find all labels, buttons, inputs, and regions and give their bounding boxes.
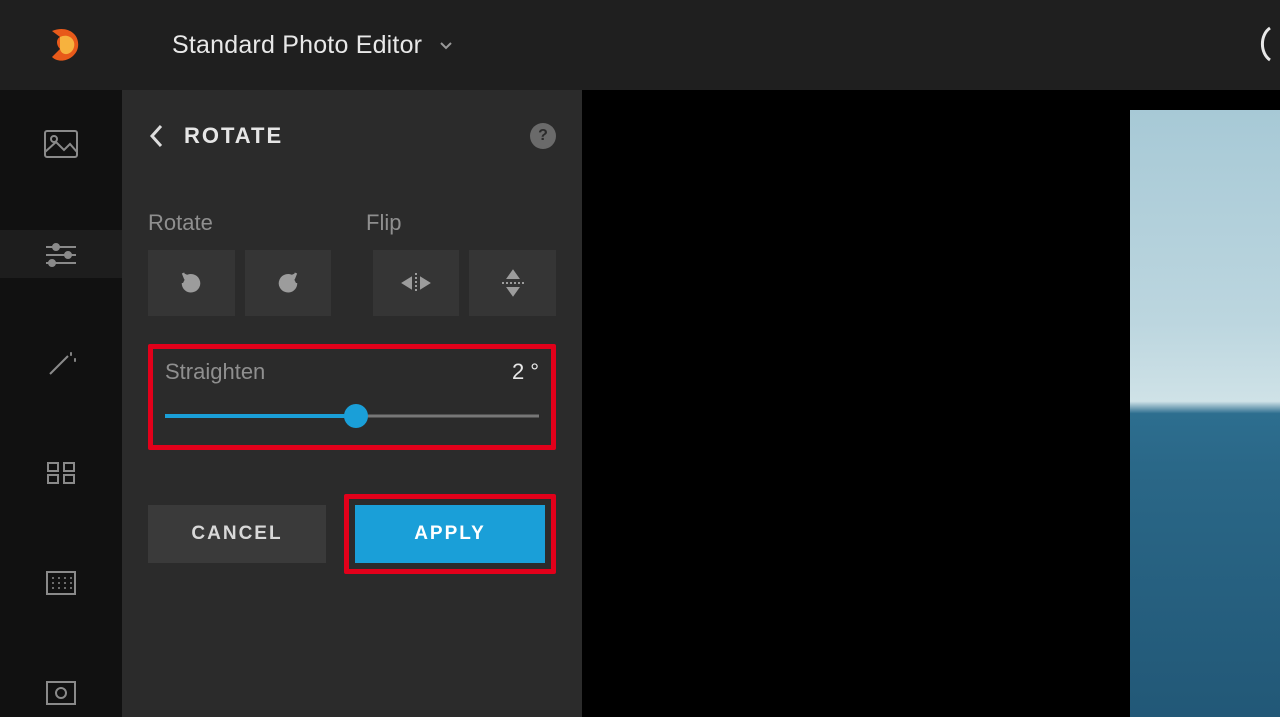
rotate-right-button[interactable] xyxy=(245,250,332,316)
flip-horizontal-icon xyxy=(399,269,433,297)
straighten-unit: ° xyxy=(530,359,539,385)
cancel-button[interactable]: CANCEL xyxy=(148,505,326,563)
photo-preview xyxy=(1130,110,1280,717)
rotate-ccw-icon xyxy=(175,267,207,299)
straighten-highlight: Straighten 2 ° xyxy=(148,344,556,450)
panel-title: ROTATE xyxy=(184,123,283,149)
app-title-dropdown[interactable]: Standard Photo Editor xyxy=(172,31,454,60)
frame-icon xyxy=(44,678,78,708)
top-right-control[interactable] xyxy=(1256,24,1280,69)
top-bar: Standard Photo Editor xyxy=(0,0,1280,90)
sliders-icon xyxy=(44,239,78,269)
rotate-section-label: Rotate xyxy=(148,210,366,236)
app-title: Standard Photo Editor xyxy=(172,31,422,60)
texture-icon xyxy=(44,568,78,598)
apply-highlight: APPLY xyxy=(344,494,556,574)
rail-grid-tool[interactable] xyxy=(0,449,122,497)
app-logo xyxy=(46,27,82,63)
wand-icon xyxy=(44,349,78,379)
rail-adjust-tool[interactable] xyxy=(0,230,122,278)
chevron-down-icon xyxy=(438,37,454,53)
slider-thumb[interactable] xyxy=(344,404,368,428)
help-icon[interactable]: ? xyxy=(530,123,556,149)
flip-vertical-button[interactable] xyxy=(469,250,556,316)
rail-image-tool[interactable] xyxy=(0,120,122,168)
flip-horizontal-button[interactable] xyxy=(373,250,460,316)
straighten-label: Straighten xyxy=(165,359,265,385)
image-icon xyxy=(44,129,78,159)
rail-texture-tool[interactable] xyxy=(0,559,122,607)
rotate-left-button[interactable] xyxy=(148,250,235,316)
edit-panel: ROTATE ? Rotate Flip xyxy=(122,90,582,717)
straighten-value: 2 xyxy=(512,359,524,385)
rail-magic-tool[interactable] xyxy=(0,340,122,388)
back-icon[interactable] xyxy=(148,123,166,149)
flip-section-label: Flip xyxy=(366,210,401,236)
apply-button[interactable]: APPLY xyxy=(355,505,545,563)
canvas-area[interactable] xyxy=(582,90,1280,717)
rotate-cw-icon xyxy=(272,267,304,299)
slider-fill xyxy=(165,414,356,418)
grid-icon xyxy=(44,458,78,488)
tool-rail xyxy=(0,90,122,717)
rail-frame-tool[interactable] xyxy=(0,669,122,717)
flip-vertical-icon xyxy=(496,268,530,298)
straighten-slider[interactable] xyxy=(165,405,539,427)
